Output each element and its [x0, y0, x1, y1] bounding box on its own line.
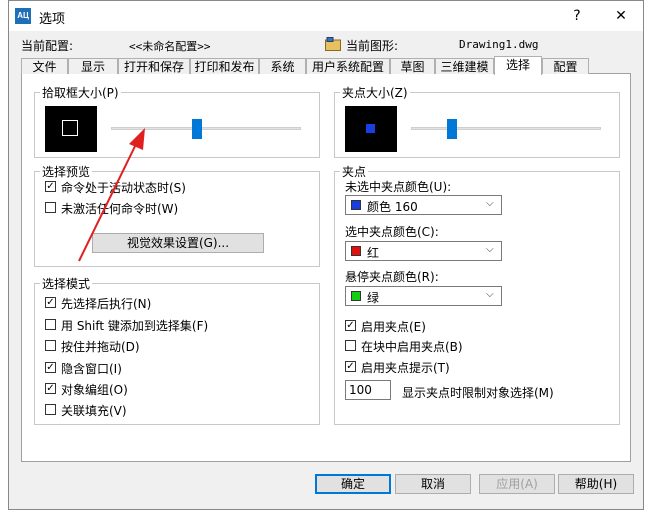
grip-square-icon: [365, 123, 376, 134]
press-drag-checkbox[interactable]: [45, 340, 56, 351]
apply-button[interactable]: 应用(A): [479, 474, 555, 494]
ok-button[interactable]: 确定: [315, 474, 391, 494]
current-drawing-label: 当前图形:: [346, 39, 399, 53]
hover-color-swatch: [351, 291, 361, 301]
selected-grip-color-select[interactable]: 红 ⌵: [345, 241, 502, 261]
enable-grips-label: 启用夹点(E): [361, 320, 426, 334]
shift-add-checkbox[interactable]: [45, 319, 56, 330]
tab-files[interactable]: 文件: [21, 58, 68, 74]
tab-user-preferences[interactable]: 用户系统配置: [306, 58, 390, 74]
tab-open-save[interactable]: 打开和保存: [118, 58, 190, 74]
grip-slider-thumb[interactable]: [447, 119, 457, 139]
noun-verb-selection-label: 先选择后执行(N): [61, 297, 152, 311]
tab-profiles[interactable]: 配置: [542, 58, 589, 74]
tab-selection[interactable]: 选择: [494, 56, 542, 75]
pickbox-size-title: 拾取框大小(P): [40, 84, 121, 101]
associative-hatch-checkbox[interactable]: [45, 404, 56, 415]
selected-grip-color-value: 红: [367, 246, 380, 260]
close-icon[interactable]: ✕: [601, 1, 641, 31]
annotation-arrow-icon: [78, 128, 145, 262]
preview-no-command-checkbox[interactable]: [45, 202, 56, 213]
tab-drafting[interactable]: 草图: [390, 58, 435, 74]
title-bar: AЦ 选项 ? ✕: [9, 1, 643, 31]
hover-grip-color-value: 绿: [367, 291, 380, 305]
window-title: 选项: [39, 12, 66, 27]
object-grouping-checkbox[interactable]: ✓: [45, 383, 56, 394]
implied-windowing-checkbox[interactable]: ✓: [45, 362, 56, 373]
unselected-grip-color-select[interactable]: 颜色 160 ⌵: [345, 195, 502, 215]
grip-size-slider[interactable]: [411, 117, 601, 141]
grip-object-limit-label: 显示夹点时限制对象选择(M): [402, 386, 554, 400]
tab-plot-publish[interactable]: 打印和发布: [190, 58, 259, 74]
grip-object-limit-input[interactable]: 100: [345, 380, 391, 400]
current-drawing-value: Drawing1.dwg: [459, 38, 539, 51]
chevron-down-icon: ⌵: [486, 244, 494, 255]
unselected-grip-color-value: 颜色 160: [367, 200, 418, 214]
associative-hatch-label: 关联填充(V): [61, 404, 127, 418]
implied-windowing-label: 隐含窗口(I): [61, 362, 122, 376]
unselected-grip-color-label: 未选中夹点颜色(U):: [345, 180, 452, 194]
grips-in-blocks-label: 在块中启用夹点(B): [361, 340, 463, 354]
current-profile-value: <<未命名配置>>: [129, 40, 211, 53]
grips-in-blocks-checkbox[interactable]: [345, 340, 356, 351]
chevron-down-icon: ⌵: [486, 289, 494, 300]
grip-size-title: 夹点大小(Z): [340, 84, 410, 101]
current-profile-label: 当前配置:: [21, 39, 74, 53]
help-icon[interactable]: ?: [557, 1, 597, 31]
grip-size-preview: [345, 106, 397, 152]
selection-modes-title: 选择模式: [40, 275, 93, 292]
grip-tips-checkbox[interactable]: ✓: [345, 361, 356, 372]
preview-active-command-checkbox[interactable]: ✓: [45, 181, 56, 192]
unselected-color-swatch: [351, 200, 361, 210]
tab-display[interactable]: 显示: [68, 58, 118, 74]
app-icon: AЦ: [15, 8, 31, 24]
grip-slider-track: [411, 127, 601, 130]
enable-grips-checkbox[interactable]: ✓: [345, 320, 356, 331]
tab-system[interactable]: 系统: [259, 58, 306, 74]
options-dialog: AЦ 选项 ? ✕ 当前配置: <<未命名配置>> 当前图形: Drawing1…: [8, 0, 644, 510]
hover-grip-color-select[interactable]: 绿 ⌵: [345, 286, 502, 306]
selected-color-swatch: [351, 246, 361, 256]
hover-grip-color-label: 悬停夹点颜色(R):: [345, 270, 439, 284]
noun-verb-selection-checkbox[interactable]: ✓: [45, 297, 56, 308]
chevron-down-icon: ⌵: [486, 198, 494, 209]
grip-tips-label: 启用夹点提示(T): [361, 361, 450, 375]
tab-3d-modeling[interactable]: 三维建模: [435, 58, 494, 74]
shift-add-label: 用 Shift 键添加到选择集(F): [61, 319, 209, 333]
press-drag-label: 按住并拖动(D): [61, 340, 140, 354]
drawing-icon: [325, 37, 341, 51]
pickbox-slider-thumb[interactable]: [192, 119, 202, 139]
help-button[interactable]: 帮助(H): [558, 474, 634, 494]
cancel-button[interactable]: 取消: [395, 474, 471, 494]
selected-grip-color-label: 选中夹点颜色(C):: [345, 225, 439, 239]
object-grouping-label: 对象编组(O): [61, 383, 128, 397]
